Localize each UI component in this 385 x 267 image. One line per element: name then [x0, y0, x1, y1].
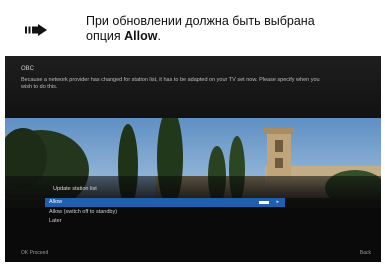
- instruction-line-2-prefix: опция: [86, 29, 125, 43]
- option-label: Allow: [49, 199, 63, 205]
- instruction-text: При обновлении должна быть выбрана опция…: [86, 14, 380, 44]
- chevron-right-icon: ▸: [276, 199, 279, 205]
- option-allow[interactable]: Allow ▸: [45, 198, 285, 207]
- notification-message: Because a network provider has changed f…: [21, 77, 320, 90]
- footer-hint-proceed: OK Proceed: [21, 250, 49, 256]
- footer-hint-back: Back: [359, 250, 371, 256]
- instruction-line-1: При обновлении должна быть выбрана: [86, 14, 315, 28]
- tv-notification-header: OBC Because a network provider has chang…: [5, 56, 381, 118]
- selection-indicator: [259, 201, 269, 204]
- tv-screen: OBC Because a network provider has chang…: [5, 56, 381, 262]
- instruction-option-name: Allow: [124, 29, 158, 43]
- instruction-block: При обновлении должна быть выбрана опция…: [20, 8, 380, 52]
- option-allow-standby[interactable]: Allow (switch off to standby): [45, 208, 117, 217]
- option-later[interactable]: Later: [45, 217, 62, 226]
- update-options-panel: Update station list Allow ▸ Allow (switc…: [5, 176, 381, 262]
- option-label: Allow (switch off to standby): [49, 209, 118, 215]
- arrow-right-icon: [25, 24, 47, 36]
- option-label: Later: [49, 218, 62, 224]
- panel-title: Update station list: [53, 186, 97, 192]
- instruction-line-2-suffix: .: [157, 29, 161, 43]
- notification-title: OBC: [21, 66, 35, 72]
